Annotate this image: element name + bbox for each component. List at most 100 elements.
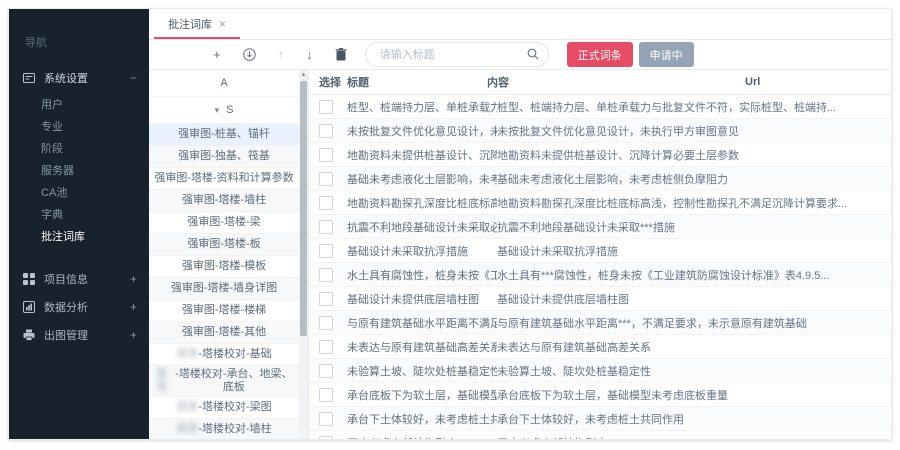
row-checkbox[interactable] — [319, 292, 333, 306]
tab-annotation-lexicon[interactable]: 批注词库 × — [154, 10, 240, 39]
category-item-label: -塔楼校对-基础 — [198, 348, 271, 361]
row-checkbox[interactable] — [319, 244, 333, 258]
category-item[interactable]: 强审图-塔楼-墙身详图 — [149, 278, 299, 300]
category-item[interactable]: ▾ S — [149, 97, 299, 124]
row-content: 抗震不利地段基础设计未采取***措施 — [497, 219, 891, 235]
category-list: A ▾ S 强审图-桩基、锚杆 — [149, 70, 299, 439]
scrollbar-thumb[interactable] — [300, 81, 307, 336]
category-item[interactable]: 强审图-塔楼-模板 — [149, 256, 299, 278]
sidebar-item[interactable]: 阶段 — [9, 138, 149, 160]
sidebar-item[interactable]: 服务器 — [9, 160, 149, 182]
table-row[interactable]: 桩型、桩端持力层、单桩承载力与... 桩型、桩端持力层、单桩承载力与批复文件不符… — [309, 95, 891, 119]
row-checkbox[interactable] — [319, 220, 333, 234]
delete-button[interactable] — [335, 48, 347, 61]
sidebar-item[interactable]: 批注词库 — [9, 226, 149, 248]
sidebar-section-drawing-management[interactable]: 出图管理 + — [9, 322, 149, 348]
category-item[interactable]: 强审图-塔楼-墙柱 — [149, 190, 299, 212]
table-row[interactable]: 基础未考虑液化土层影响，未考虑... 基础未考虑液化土层影响，未考虑桩侧负摩阻力 — [309, 167, 891, 191]
table-row[interactable]: 承台底板下为软土层，基础模型未... 承台底板下为软土层，基础模型未考虑底板重量 — [309, 383, 891, 407]
sidebar-section-label: 系统设置 — [44, 70, 88, 86]
table-row[interactable]: 地勘资料未提供桩基设计、沉降计... 地勘资料未提供桩基设计、沉降计算必要土层参… — [309, 143, 891, 167]
chevron-down-icon[interactable]: ▾ — [215, 104, 220, 117]
category-item[interactable]: 某某 -塔楼校对-墙柱 — [149, 419, 299, 439]
sidebar-children: 用户 专业 阶段 服务器 CA池 字典 — [9, 94, 149, 248]
move-down-button[interactable]: ↓ — [306, 48, 313, 61]
category-item[interactable]: 强审图-塔楼-楼梯 — [149, 300, 299, 322]
table-row[interactable]: 地勘资料勘探孔深度比桩底标高浅... 地勘资料勘探孔深度比桩底标高浅，控制性勘探… — [309, 191, 891, 215]
expand-icon[interactable]: + — [130, 328, 137, 342]
row-checkbox[interactable] — [319, 340, 333, 354]
official-terms-button[interactable]: 正式词条 — [567, 42, 633, 67]
row-checkbox[interactable] — [319, 268, 333, 282]
sidebar-section-system-settings[interactable]: 系统设置 − — [9, 66, 149, 90]
category-item[interactable]: A — [149, 70, 299, 97]
sidebar-section-data-analysis[interactable]: 数据分析 + — [9, 294, 149, 320]
table-row[interactable]: 抗震不利地段基础设计未采取必要... 抗震不利地段基础设计未采取***措施 — [309, 215, 891, 239]
download-button[interactable] — [243, 48, 256, 61]
sidebar-item-label: 用户 — [41, 99, 63, 111]
sidebar-item[interactable]: 字典 — [9, 204, 149, 226]
category-item[interactable]: 强审图-塔楼-资料和计算参数 — [149, 168, 299, 190]
row-checkbox[interactable] — [319, 412, 333, 426]
row-content: 未表达与原有建筑基础高差关系 — [497, 339, 891, 355]
category-item-label: -塔楼校对-梁图 — [198, 401, 271, 414]
table-row[interactable]: 未验算土坡、陡坎处桩基稳定性 未验算土坡、陡坎处桩基稳定性 — [309, 359, 891, 383]
category-item-label: 强审图-塔楼-墙柱 — [182, 194, 266, 207]
category-item[interactable]: 某某 -塔楼校对-基础 — [149, 344, 299, 366]
sidebar-nav-input[interactable] — [23, 36, 131, 50]
sidebar-section-project-info[interactable]: 项目信息 + — [9, 266, 149, 292]
circle-arrow-down-icon — [243, 48, 256, 61]
table-row[interactable]: 基础设计未提供底层墙柱图 基础设计未提供底层墙柱图 — [309, 287, 891, 311]
search-input[interactable] — [365, 42, 549, 67]
pending-application-button[interactable]: 申请中 — [639, 42, 694, 67]
category-item[interactable]: 强审图-塔楼-梁 — [149, 212, 299, 234]
table-row[interactable]: 未表达与原有建筑基础高差关系 未表达与原有建筑基础高差关系 — [309, 335, 891, 359]
column-header-title: 标题 — [347, 74, 487, 90]
move-up-button[interactable]: ↑ — [278, 48, 285, 61]
sidebar-item[interactable]: 专业 — [9, 116, 149, 138]
category-item[interactable]: 强审图-独基、筏基 — [149, 146, 299, 168]
category-item[interactable]: 强审图-塔楼-板 — [149, 234, 299, 256]
main-panel: A ▾ S 强审图-桩基、锚杆 — [149, 70, 891, 439]
category-item-label: 强审图-塔楼-楼梯 — [182, 304, 266, 317]
sidebar-item[interactable]: 用户 — [9, 94, 149, 116]
expand-icon[interactable]: + — [130, 272, 137, 286]
category-item-label: 强审图-独基、筏基 — [178, 150, 270, 163]
close-icon[interactable]: × — [219, 17, 226, 31]
column-header-content: 内容 — [487, 74, 745, 90]
collapse-icon[interactable]: − — [130, 71, 137, 85]
table-row[interactable]: 承台下土体较好，未考虑桩土共同... 承台下土体较好，未考虑桩土共同作用 — [309, 407, 891, 431]
row-checkbox[interactable] — [319, 124, 333, 138]
add-button[interactable]: + — [213, 48, 221, 61]
row-checkbox[interactable] — [319, 388, 333, 402]
category-item[interactable]: 某某 -塔楼校对-梁图 — [149, 397, 299, 419]
category-item[interactable]: 强审图-桩基、锚杆 — [149, 124, 299, 146]
table-row[interactable]: 与原有建筑基础水平距离不满足要... 与原有建筑基础水平距离***，不满足要求，… — [309, 311, 891, 335]
row-checkbox[interactable] — [319, 436, 333, 440]
row-content: 与原有建筑基础水平距离***，不满足要求，未示意原有建筑基础 — [497, 315, 891, 331]
sidebar-item[interactable]: CA池 — [9, 182, 149, 204]
table-row[interactable]: 不应考虑上部结构刚度 不应考虑上部结构刚度 — [309, 431, 891, 439]
row-checkbox[interactable] — [319, 316, 333, 330]
scrollbar-up-icon[interactable]: ▴ — [299, 70, 308, 80]
row-content: 未验算土坡、陡坎处桩基稳定性 — [497, 363, 891, 379]
row-content: 基础未考虑液化土层影响，未考虑桩侧负摩阻力 — [497, 171, 891, 187]
table-row[interactable]: 基础设计未采取抗浮措施 基础设计未采取抗浮措施 — [309, 239, 891, 263]
expand-icon[interactable]: + — [130, 300, 137, 314]
row-checkbox[interactable] — [319, 100, 333, 114]
scrollbar[interactable]: ▴ — [299, 70, 308, 439]
category-item-label: -塔楼校对-墙柱 — [198, 423, 271, 436]
row-checkbox[interactable] — [319, 364, 333, 378]
category-item[interactable]: 某某 -塔楼校对-承台、地梁、底板 — [149, 366, 299, 397]
redacted-name: 某某 — [152, 368, 172, 394]
row-checkbox[interactable] — [319, 172, 333, 186]
table-row[interactable]: 水土具有腐蚀性，桩身未按《工业... 水土具有***腐蚀性，桩身未按《工业建筑防… — [309, 263, 891, 287]
sidebar-item-label: 专业 — [41, 121, 63, 133]
sidebar-section-label: 数据分析 — [44, 299, 88, 315]
row-checkbox[interactable] — [319, 148, 333, 162]
category-item[interactable]: 强审图-塔楼-其他 — [149, 322, 299, 344]
search-icon[interactable] — [527, 47, 539, 65]
row-checkbox[interactable] — [319, 196, 333, 210]
redacted-name: 某某 — [176, 401, 198, 414]
table-row[interactable]: 未按批复文件优化意见设计，未执... 未按批复文件优化意见设计，未执行甲方审图意… — [309, 119, 891, 143]
